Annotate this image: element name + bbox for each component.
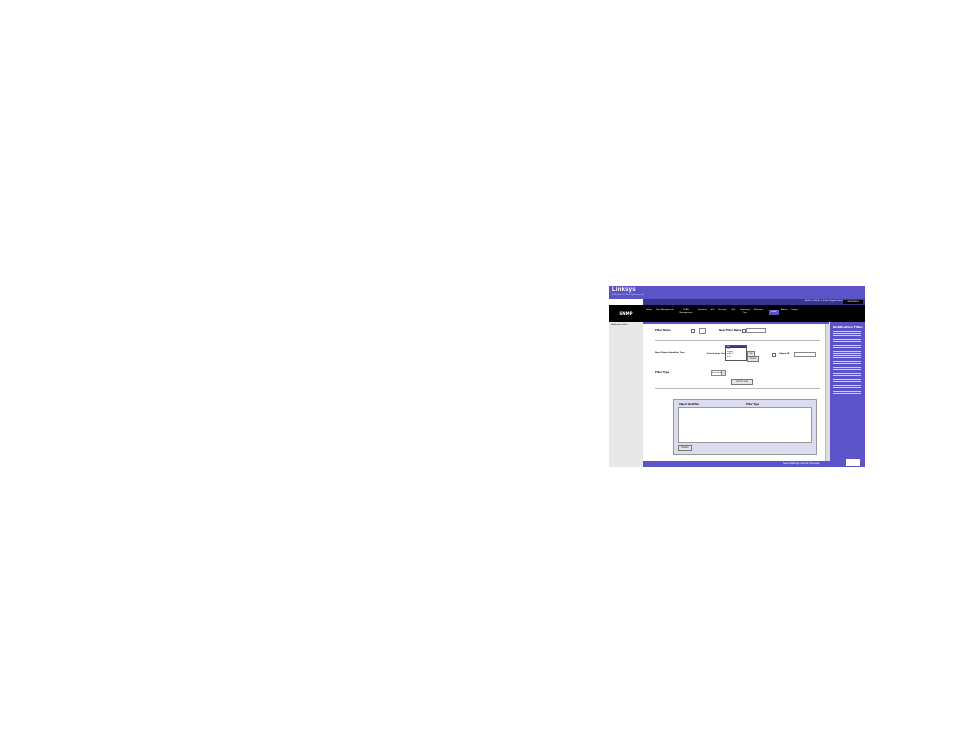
- tab-port-management[interactable]: Port Management: [656, 309, 674, 312]
- help-text-line: [833, 355, 861, 356]
- tab-logout[interactable]: Logout: [791, 309, 798, 312]
- tab-spanning-tree[interactable]: Spanning Tree: [739, 309, 751, 314]
- help-text-line: [833, 379, 861, 380]
- column-object-identifier: Object Identifier: [679, 403, 700, 406]
- object-id-list[interactable]: iso std mgmt mib-2 priv: [725, 345, 747, 361]
- help-text-line: [833, 339, 861, 340]
- tab-multicast[interactable]: Multicast: [754, 309, 763, 312]
- help-text-line: [833, 385, 861, 386]
- main-content: Filter Name New Filter Name New Object I…: [649, 324, 829, 464]
- linksys-screenshot: Linksys A Division of Cisco Systems, Inc…: [609, 286, 865, 467]
- help-text-line: [833, 335, 861, 336]
- help-text-line: [833, 373, 861, 374]
- divider: [655, 340, 820, 341]
- help-text-line: [833, 351, 861, 352]
- left-panel: Notification Filter: [609, 322, 643, 467]
- top-banner: Linksys A Division of Cisco Systems, Inc…: [609, 286, 865, 299]
- tab-statistics[interactable]: Statistics: [698, 309, 707, 312]
- help-text-line: [833, 393, 861, 394]
- help-text-line: [833, 347, 861, 348]
- divider: [655, 388, 820, 389]
- cisco-logo-icon: [846, 459, 860, 466]
- help-title: Notification Filter: [833, 325, 863, 329]
- tab-security[interactable]: Security: [718, 309, 726, 312]
- object-id-label: Object ID: [779, 353, 790, 355]
- help-panel: Notification Filter: [830, 322, 865, 461]
- help-text-line: [833, 375, 861, 376]
- select-from-list-label: Select from List: [707, 353, 725, 355]
- object-id-radio[interactable]: [772, 353, 776, 357]
- help-text-line: [833, 361, 861, 362]
- column-filter-type: Filter Type: [746, 403, 760, 406]
- chevron-down-icon[interactable]: [721, 370, 726, 376]
- filter-name-select[interactable]: [699, 328, 706, 334]
- list-item[interactable]: priv: [726, 356, 746, 358]
- main-tab-bar: Setup Port Management VLAN Management St…: [643, 305, 865, 322]
- filter-table: Object Identifier Filter Type Delete: [673, 399, 817, 455]
- help-text-line: [833, 387, 861, 388]
- help-text-line: [833, 353, 861, 354]
- linksys-logo: Linksys: [612, 287, 636, 293]
- footer-actions[interactable]: Save Settings Cancel Changes: [783, 462, 819, 465]
- tab-vlan-management[interactable]: VLAN Management: [677, 309, 695, 314]
- help-text-line: [833, 345, 861, 346]
- help-text-line: [833, 331, 861, 332]
- tab-qos[interactable]: QoS: [731, 309, 735, 312]
- filter-type-label: Filter Type: [655, 371, 670, 374]
- tab-snmp[interactable]: SNMP: [769, 310, 779, 315]
- tab-setup[interactable]: Setup: [646, 309, 652, 312]
- left-panel-item[interactable]: Notification Filter: [611, 324, 628, 326]
- model-number: SRW248G4: [843, 300, 863, 304]
- help-text-line: [833, 357, 861, 358]
- filter-name-label: Filter Name: [655, 329, 671, 332]
- new-filter-name-input[interactable]: [746, 328, 766, 333]
- help-text-line: [833, 391, 861, 392]
- new-object-identifier-tree-label: New Object Identifier Tree: [655, 352, 685, 354]
- help-text-line: [833, 381, 861, 382]
- add-to-list-button[interactable]: Add to List: [731, 379, 753, 385]
- tab-admin[interactable]: Admin: [781, 309, 787, 312]
- section-title: SNMP: [609, 305, 643, 322]
- logo-tagline: A Division of Cisco Systems, Inc.: [612, 294, 645, 296]
- table-body: [678, 407, 812, 443]
- tab-acl[interactable]: ACL: [711, 309, 715, 312]
- help-text-line: [833, 369, 861, 370]
- down-button[interactable]: Down: [747, 356, 759, 362]
- delete-button[interactable]: Delete: [678, 445, 692, 451]
- product-name: 48-Port 10/100 + 4-Port Gigabit Switch: [805, 300, 844, 302]
- help-text-line: [833, 341, 861, 342]
- filter-name-radio[interactable]: [691, 329, 695, 333]
- object-id-input[interactable]: [794, 352, 816, 357]
- help-text-line: [833, 363, 861, 364]
- help-text-line: [833, 333, 861, 334]
- help-text-line: [833, 367, 861, 368]
- footer-bar: Save Settings Cancel Changes: [643, 461, 865, 467]
- new-filter-name-label: New Filter Name: [719, 329, 742, 332]
